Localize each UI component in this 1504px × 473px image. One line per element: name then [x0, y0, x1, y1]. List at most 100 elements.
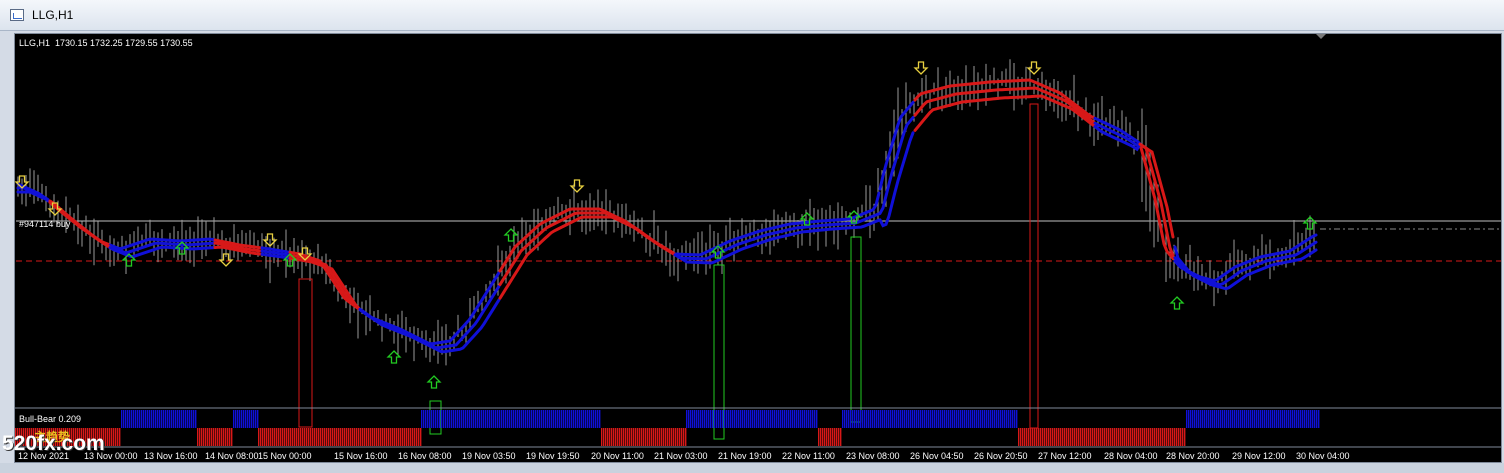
bull-histogram-bar	[698, 410, 700, 428]
bear-histogram-bar	[1134, 428, 1136, 446]
bull-histogram-bar	[914, 410, 916, 428]
bull-histogram-bar	[125, 410, 127, 428]
bear-histogram-bar	[621, 428, 623, 446]
bull-histogram-bar	[1292, 410, 1294, 428]
bull-histogram-bar	[708, 410, 710, 428]
bull-histogram-bar	[696, 410, 698, 428]
bear-histogram-bar	[366, 428, 368, 446]
bear-histogram-bar	[639, 428, 641, 446]
bull-histogram-bar	[579, 410, 581, 428]
buy-signal-arrow-icon	[503, 228, 519, 242]
bull-histogram-bar	[179, 410, 181, 428]
bull-histogram-bar	[752, 410, 754, 428]
bull-histogram-bar	[790, 410, 792, 428]
bull-histogram-bar	[1012, 410, 1014, 428]
time-axis-label: 22 Nov 11:00	[782, 451, 835, 461]
bull-histogram-bar	[1314, 410, 1316, 428]
bull-histogram-bar	[195, 410, 197, 428]
bear-histogram-bar	[374, 428, 376, 446]
bull-histogram-bar	[595, 410, 597, 428]
bear-histogram-bar	[109, 428, 111, 446]
bear-histogram-bar	[268, 428, 270, 446]
bear-histogram-bar	[396, 428, 398, 446]
bear-histogram-bar	[1074, 428, 1076, 446]
bull-histogram-bar	[996, 410, 998, 428]
bull-histogram-bar	[1202, 410, 1204, 428]
bear-histogram-bar	[629, 428, 631, 446]
bull-histogram-bar	[531, 410, 533, 428]
bull-histogram-bar	[758, 410, 760, 428]
bear-histogram-bar	[372, 428, 374, 446]
bear-histogram-bar	[229, 428, 231, 446]
bear-histogram-bar	[412, 428, 414, 446]
bull-histogram-bar	[916, 410, 918, 428]
bear-histogram-bar	[1174, 428, 1176, 446]
bull-histogram-bar	[593, 410, 595, 428]
bear-histogram-bar	[386, 428, 388, 446]
bull-histogram-bar	[141, 410, 143, 428]
chart-shift-marker-icon[interactable]	[1316, 34, 1326, 39]
bear-histogram-bar	[1028, 428, 1030, 446]
bull-histogram-bar	[1186, 410, 1188, 428]
bull-histogram-bar	[1286, 410, 1288, 428]
bear-histogram-bar	[818, 428, 820, 446]
bear-histogram-bar	[1052, 428, 1054, 446]
bull-histogram-bar	[599, 410, 601, 428]
bull-histogram-bar	[437, 410, 439, 428]
bull-histogram-bar	[734, 410, 736, 428]
bull-histogram-bar	[690, 410, 692, 428]
price-chart-canvas[interactable]	[0, 0, 1504, 473]
bull-histogram-bar	[964, 410, 966, 428]
time-axis-label: 12 Nov 2021	[18, 451, 70, 461]
bull-histogram-bar	[766, 410, 768, 428]
bear-histogram-bar	[352, 428, 354, 446]
bear-histogram-bar	[681, 428, 683, 446]
bull-histogram-bar	[926, 410, 928, 428]
bear-histogram-bar	[370, 428, 372, 446]
bull-histogram-bar	[882, 410, 884, 428]
bull-histogram-bar	[461, 410, 463, 428]
time-axis-label: 27 Nov 12:00	[1038, 451, 1092, 461]
bull-histogram-bar	[956, 410, 958, 428]
bear-histogram-bar	[665, 428, 667, 446]
bull-histogram-bar	[251, 410, 253, 428]
bull-histogram-bar	[712, 410, 714, 428]
bear-histogram-bar	[107, 428, 109, 446]
trade-order-label[interactable]: #947114 buy	[19, 219, 70, 229]
bull-histogram-bar	[940, 410, 942, 428]
bull-histogram-bar	[1316, 410, 1318, 428]
time-axis-label: 21 Nov 03:00	[654, 451, 708, 461]
bull-histogram-bar	[924, 410, 926, 428]
bull-histogram-bar	[511, 410, 513, 428]
bull-histogram-bar	[862, 410, 864, 428]
bull-histogram-bar	[169, 410, 171, 428]
bear-histogram-bar	[1152, 428, 1154, 446]
bull-histogram-bar	[1312, 410, 1314, 428]
bear-histogram-bar	[830, 428, 832, 446]
bull-histogram-bar	[872, 410, 874, 428]
indicator-label: Bull-Bear 0.209	[19, 414, 82, 424]
bull-histogram-bar	[175, 410, 177, 428]
bull-histogram-bar	[1014, 410, 1016, 428]
bear-histogram-bar	[637, 428, 639, 446]
bear-signal-box	[298, 278, 313, 428]
bear-histogram-bar	[231, 428, 233, 446]
bear-histogram-bar	[1098, 428, 1100, 446]
bear-histogram-bar	[1096, 428, 1098, 446]
bear-histogram-bar	[117, 428, 119, 446]
time-axis-label: 28 Nov 20:00	[1166, 451, 1220, 461]
bear-histogram-bar	[667, 428, 669, 446]
bull-histogram-bar	[181, 410, 183, 428]
bear-histogram-bar	[677, 428, 679, 446]
bull-histogram-bar	[1210, 410, 1212, 428]
bear-histogram-bar	[312, 428, 314, 446]
bull-histogram-bar	[485, 410, 487, 428]
bull-histogram-bar	[972, 410, 974, 428]
bear-histogram-bar	[661, 428, 663, 446]
bear-histogram-bar	[304, 428, 306, 446]
bull-histogram-bar	[537, 410, 539, 428]
bull-histogram-bar	[1190, 410, 1192, 428]
bear-histogram-bar	[679, 428, 681, 446]
bear-histogram-bar	[605, 428, 607, 446]
bear-histogram-bar	[1138, 428, 1140, 446]
